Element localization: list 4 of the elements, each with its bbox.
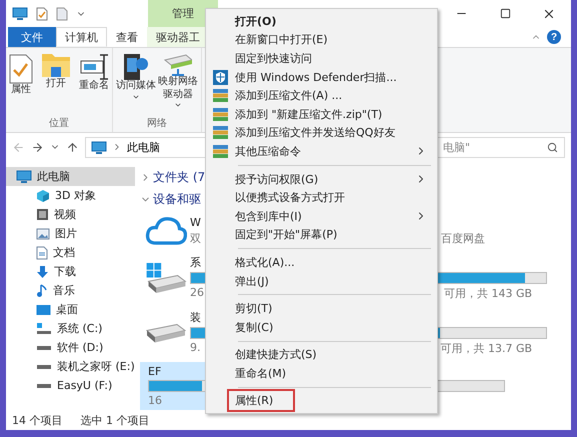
group-label: 网络 bbox=[147, 117, 167, 130]
item-count: 14 个项目 bbox=[12, 412, 62, 428]
group-label: 位置 bbox=[49, 116, 69, 130]
selection-count: 选中 1 个项目 bbox=[80, 412, 150, 428]
